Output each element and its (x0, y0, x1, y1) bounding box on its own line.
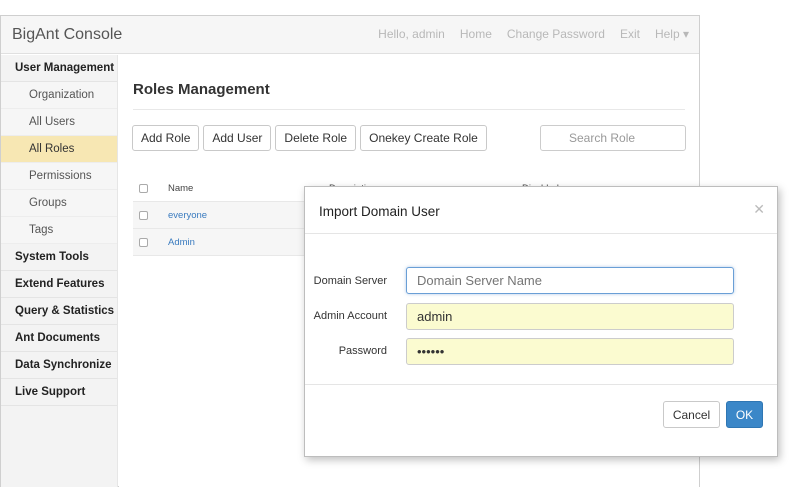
sidebar: User Management Organization All Users A… (1, 55, 118, 487)
help-menu[interactable]: Help ▾ (655, 27, 689, 41)
top-navbar: BigAnt Console Hello, admin Home Change … (1, 16, 699, 54)
sidebar-item-user-management[interactable]: User Management (1, 55, 117, 82)
dialog-footer-divider (305, 384, 777, 385)
password-input[interactable] (406, 338, 734, 365)
row-checkbox[interactable] (139, 211, 148, 220)
nav-links: Hello, admin Home Change Password Exit H… (363, 27, 689, 41)
sidebar-item-all-roles[interactable]: All Roles (1, 136, 117, 163)
sidebar-item-live-support[interactable]: Live Support (1, 379, 117, 406)
admin-account-label: Admin Account (313, 310, 387, 322)
title-divider (133, 109, 685, 110)
cancel-button[interactable]: Cancel (663, 401, 720, 428)
add-role-button[interactable]: Add Role (132, 125, 200, 151)
sidebar-item-all-users[interactable]: All Users (1, 109, 117, 136)
ok-button[interactable]: OK (726, 401, 763, 428)
role-name-link[interactable]: everyone (168, 210, 207, 221)
sidebar-item-data-synchronize[interactable]: Data Synchronize (1, 352, 117, 379)
import-domain-user-dialog: Import Domain User ✕ Domain Server Admin… (304, 186, 778, 457)
delete-role-button[interactable]: Delete Role (275, 125, 357, 151)
select-all-checkbox[interactable] (139, 184, 148, 193)
dialog-title: Import Domain User (319, 204, 440, 219)
sidebar-item-query-statistics[interactable]: Query & Statistics (1, 298, 117, 325)
admin-account-input[interactable] (406, 303, 734, 330)
row-checkbox[interactable] (139, 238, 148, 247)
sidebar-item-extend-features[interactable]: Extend Features (1, 271, 117, 298)
search-role-input[interactable]: Search Role (540, 125, 686, 151)
sidebar-item-organization[interactable]: Organization (1, 82, 117, 109)
change-password-link[interactable]: Change Password (507, 27, 605, 41)
close-icon[interactable]: ✕ (753, 201, 765, 218)
add-user-button[interactable]: Add User (203, 125, 272, 151)
domain-server-input[interactable] (406, 267, 734, 294)
domain-server-label: Domain Server (313, 275, 387, 287)
sidebar-item-system-tools[interactable]: System Tools (1, 244, 117, 271)
home-link[interactable]: Home (460, 27, 492, 41)
password-label: Password (338, 345, 387, 357)
app-title: BigAnt Console (12, 26, 123, 43)
sidebar-item-permissions[interactable]: Permissions (1, 163, 117, 190)
column-header-name[interactable]: Name (168, 183, 193, 194)
onekey-create-role-button[interactable]: Onekey Create Role (360, 125, 487, 151)
dialog-header-divider (305, 233, 777, 234)
greeting-text: Hello, admin (378, 27, 445, 41)
role-name-link[interactable]: Admin (168, 237, 195, 248)
toolbar: Add Role Add User Delete Role Onekey Cre… (132, 125, 487, 151)
exit-link[interactable]: Exit (620, 27, 640, 41)
sidebar-item-groups[interactable]: Groups (1, 190, 117, 217)
sidebar-item-tags[interactable]: Tags (1, 217, 117, 244)
page-title: Roles Management (133, 81, 270, 98)
sidebar-item-ant-documents[interactable]: Ant Documents (1, 325, 117, 352)
